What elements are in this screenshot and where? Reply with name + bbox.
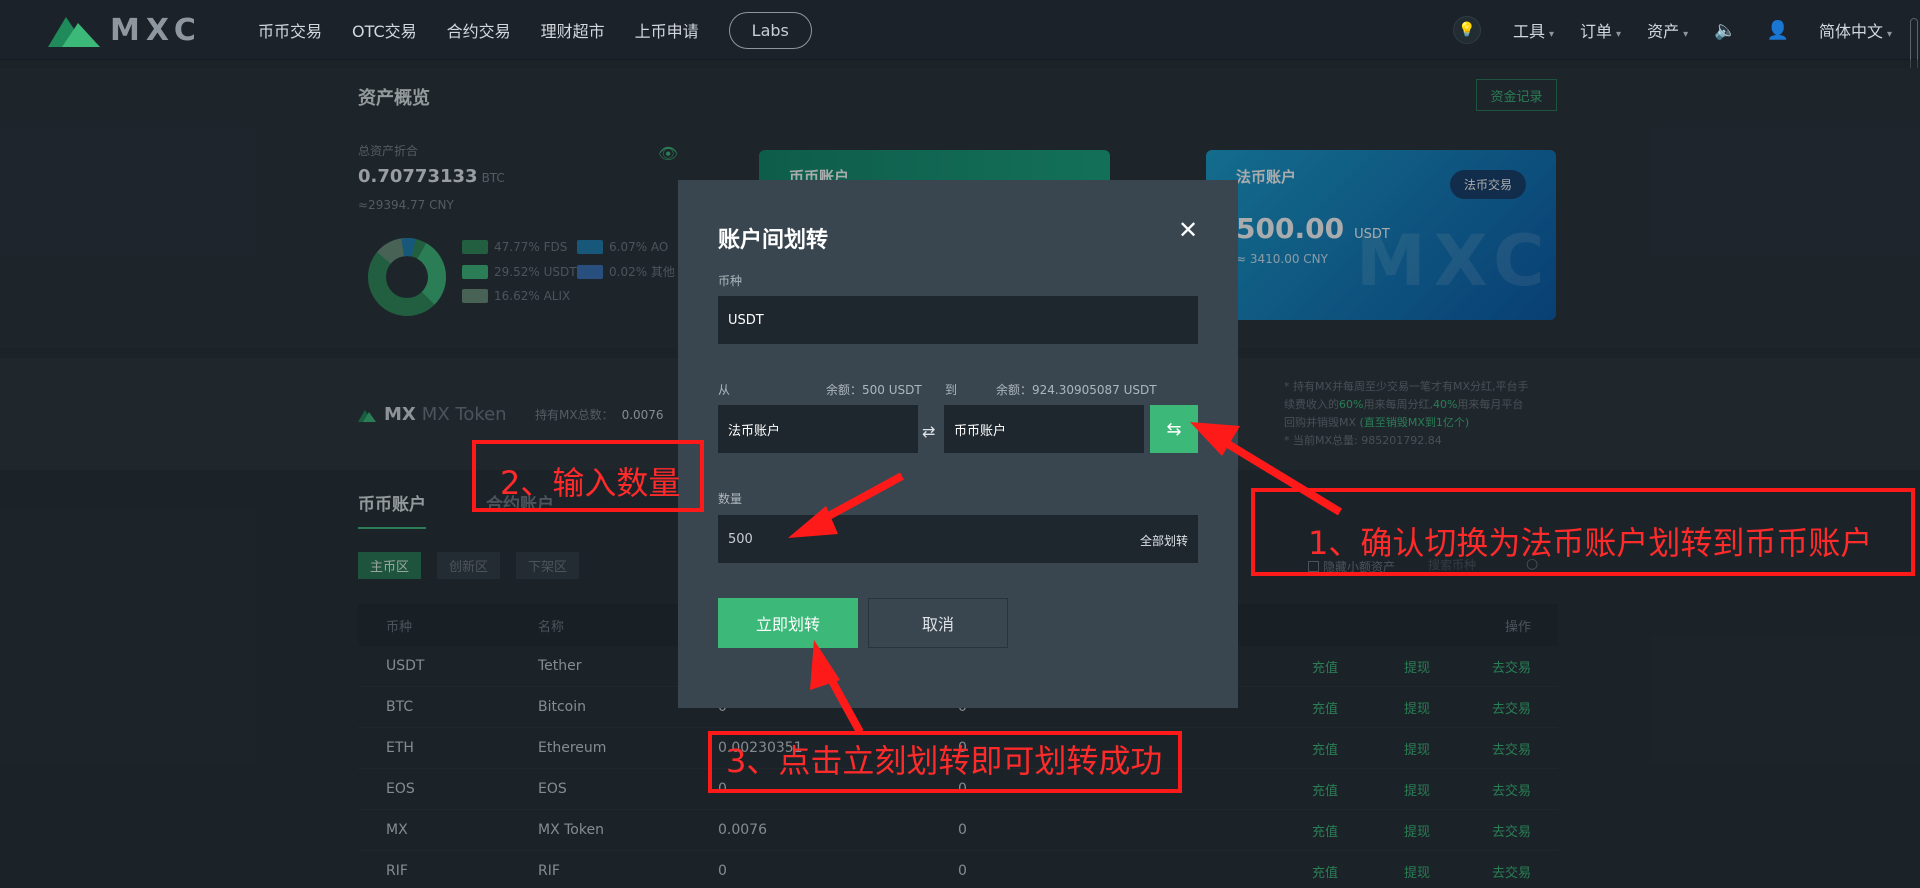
annotation-arrows [788,422,1343,734]
annotation-arrow-step1 [1215,434,1343,516]
